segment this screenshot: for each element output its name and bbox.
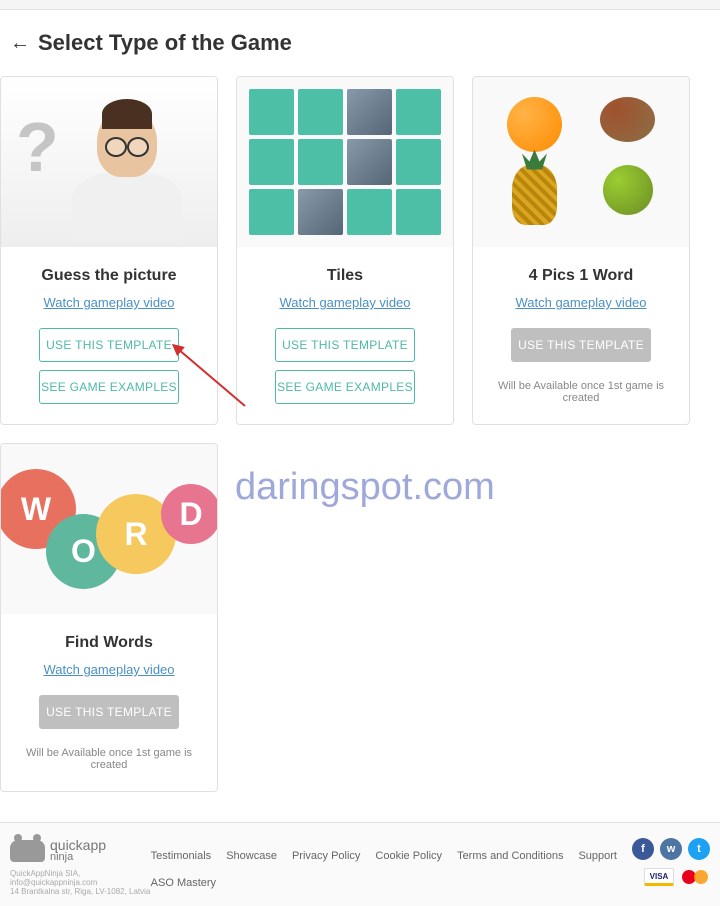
- man-figure: [57, 87, 197, 247]
- card-image-word: W O R D: [1, 444, 217, 614]
- footer-links: Testimonials Showcase Privacy Policy Coo…: [151, 838, 632, 889]
- logo-text: quickapp ninja: [50, 838, 106, 863]
- use-template-button-disabled: USE THIS TEMPLATE: [511, 328, 651, 362]
- social-icons: f w t: [632, 838, 710, 860]
- availability-note: Will be Available once 1st game is creat…: [16, 747, 202, 771]
- vk-icon[interactable]: w: [660, 838, 682, 860]
- page-title: Select Type of the Game: [38, 30, 292, 56]
- use-template-button[interactable]: USE THIS TEMPLATE: [275, 328, 415, 362]
- footer-left: quickapp ninja QuickAppNinja SIA, info@q…: [10, 838, 151, 896]
- footer-link-support[interactable]: Support: [578, 850, 617, 862]
- availability-note: Will be Available once 1st game is creat…: [488, 380, 674, 404]
- visa-icon: VISA: [644, 868, 674, 886]
- page-header: ← Select Type of the Game: [0, 10, 720, 76]
- logo[interactable]: quickapp ninja: [10, 838, 151, 863]
- kiwi-icon: [600, 97, 655, 142]
- card-title: 4 Pics 1 Word: [529, 267, 634, 285]
- footer-link-showcase[interactable]: Showcase: [226, 850, 277, 862]
- watch-gameplay-link[interactable]: Watch gameplay video: [279, 295, 410, 310]
- card-image-fruits: [473, 77, 689, 247]
- orange-icon: [507, 97, 562, 152]
- cards-grid: ? Guess the picture Watch gameplay video…: [0, 76, 720, 822]
- footer-link-terms[interactable]: Terms and Conditions: [457, 850, 563, 862]
- card-tiles: Tiles Watch gameplay video USE THIS TEMP…: [236, 76, 454, 425]
- see-examples-button[interactable]: SEE GAME EXAMPLES: [39, 370, 179, 404]
- watermark: daringspot.com: [235, 466, 495, 509]
- logo-icon: [10, 840, 45, 862]
- card-guess-picture: ? Guess the picture Watch gameplay video…: [0, 76, 218, 425]
- mastercard-icon: [680, 868, 710, 886]
- footer: quickapp ninja QuickAppNinja SIA, info@q…: [0, 822, 720, 906]
- card-title: Guess the picture: [41, 267, 176, 285]
- card-image-tiles: [237, 77, 453, 247]
- card-title: Tiles: [327, 267, 363, 285]
- footer-link-privacy[interactable]: Privacy Policy: [292, 850, 360, 862]
- card-body: Tiles Watch gameplay video USE THIS TEMP…: [237, 247, 453, 424]
- card-4pics1word: 4 Pics 1 Word Watch gameplay video USE T…: [472, 76, 690, 425]
- see-examples-button[interactable]: SEE GAME EXAMPLES: [275, 370, 415, 404]
- footer-link-cookie[interactable]: Cookie Policy: [375, 850, 442, 862]
- watch-gameplay-link[interactable]: Watch gameplay video: [43, 662, 174, 677]
- twitter-icon[interactable]: t: [688, 838, 710, 860]
- letter-d-circle: D: [161, 484, 217, 544]
- card-body: Guess the picture Watch gameplay video U…: [1, 247, 217, 424]
- company-info: QuickAppNinja SIA, info@quickappninja.co…: [10, 869, 151, 896]
- lime-icon: [603, 165, 653, 215]
- card-body: 4 Pics 1 Word Watch gameplay video USE T…: [473, 247, 689, 424]
- card-title: Find Words: [65, 634, 153, 652]
- use-template-button[interactable]: USE THIS TEMPLATE: [39, 328, 179, 362]
- question-mark-icon: ?: [16, 107, 59, 187]
- payment-icons: VISA: [644, 868, 710, 886]
- footer-link-testimonials[interactable]: Testimonials: [151, 850, 212, 862]
- watch-gameplay-link[interactable]: Watch gameplay video: [43, 295, 174, 310]
- facebook-icon[interactable]: f: [632, 838, 654, 860]
- use-template-button-disabled: USE THIS TEMPLATE: [39, 695, 179, 729]
- watch-gameplay-link[interactable]: Watch gameplay video: [515, 295, 646, 310]
- card-find-words: W O R D Find Words Watch gameplay video …: [0, 443, 218, 792]
- footer-link-aso[interactable]: ASO Mastery: [151, 877, 216, 889]
- card-body: Find Words Watch gameplay video USE THIS…: [1, 614, 217, 791]
- card-image-guess: ?: [1, 77, 217, 247]
- top-bar: [0, 0, 720, 10]
- back-arrow[interactable]: ←: [10, 32, 30, 55]
- pineapple-icon: [512, 165, 557, 225]
- footer-right: f w t VISA: [632, 838, 710, 886]
